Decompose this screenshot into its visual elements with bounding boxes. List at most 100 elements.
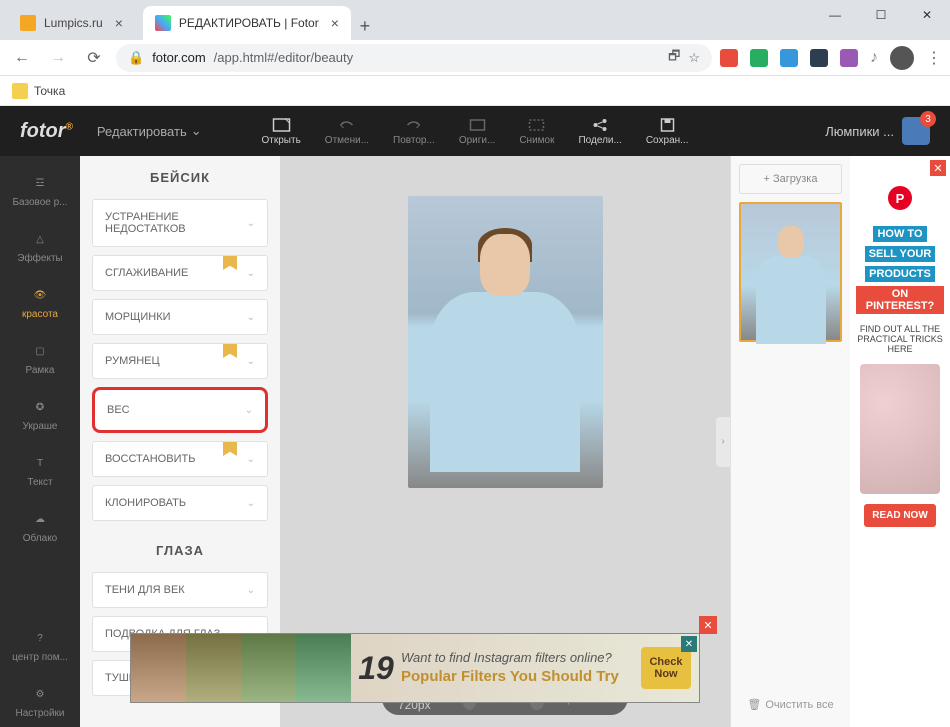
- close-button[interactable]: ✕: [904, 0, 950, 30]
- trash-icon: 🗑: [747, 698, 761, 711]
- tool-clone[interactable]: КЛОНИРОВАТЬ⌄: [92, 485, 268, 521]
- fotor-app: fotor® Редактировать ⌄ Открыть Отмени...…: [0, 106, 950, 727]
- rail-effects[interactable]: △Эффекты: [0, 220, 80, 272]
- tab-title: Lumpics.ru: [44, 16, 103, 30]
- rail-beauty[interactable]: 👁красота: [0, 276, 80, 328]
- fotor-logo[interactable]: fotor®: [20, 120, 73, 143]
- minimize-button[interactable]: —: [812, 0, 858, 30]
- app-header: fotor® Редактировать ⌄ Открыть Отмени...…: [0, 106, 950, 156]
- notes-icon[interactable]: ♪: [870, 49, 878, 67]
- upload-button[interactable]: + Загрузка: [739, 164, 842, 194]
- notification-badge: 3: [920, 111, 936, 127]
- chevron-down-icon: ⌄: [247, 218, 255, 229]
- rail-stickers[interactable]: ✪Украше: [0, 388, 80, 440]
- clear-all-button[interactable]: 🗑 Очистить все: [739, 690, 842, 719]
- undo-button[interactable]: Отмени...: [325, 117, 369, 146]
- share-button[interactable]: Подели...: [578, 117, 621, 146]
- banner-dismiss-button[interactable]: ✕: [699, 616, 717, 634]
- main-toolbar: Открыть Отмени... Повтор... Ориги... Сни…: [262, 117, 689, 146]
- text-icon: T: [29, 452, 51, 474]
- profile-avatar[interactable]: [890, 46, 914, 70]
- ext-icon[interactable]: [750, 49, 768, 67]
- tool-eyeshadow[interactable]: ТЕНИ ДЛЯ ВЕК⌄: [92, 572, 268, 608]
- translate-icon[interactable]: 🗗: [668, 47, 680, 69]
- bottom-banner-ad[interactable]: ✕ 19 Want to find Instagram filters onli…: [130, 633, 700, 703]
- ext-icon[interactable]: [720, 49, 738, 67]
- banner-cta-button[interactable]: CheckNow: [641, 647, 691, 689]
- user-info[interactable]: Люмпики ... 3: [825, 117, 930, 145]
- tool-smooth[interactable]: СГЛАЖИВАНИЕ⌄: [92, 255, 268, 291]
- url-path: /app.html#/editor/beauty: [214, 50, 353, 65]
- close-icon[interactable]: ×: [331, 15, 339, 31]
- username: Люмпики ...: [825, 124, 894, 139]
- rail-help[interactable]: ?центр пом...: [0, 619, 80, 671]
- url-host: fotor.com: [152, 50, 205, 65]
- thumbnail[interactable]: [739, 202, 842, 342]
- ad-close-button[interactable]: ✕: [930, 160, 946, 176]
- tool-restore[interactable]: ВОССТАНОВИТЬ⌄: [92, 441, 268, 477]
- person-body: [430, 292, 580, 472]
- tab-fotor[interactable]: РЕДАКТИРОВАТЬ | Fotor ×: [143, 6, 351, 40]
- pinterest-icon[interactable]: P: [888, 186, 912, 210]
- maximize-button[interactable]: ☐: [858, 0, 904, 30]
- rail-frame[interactable]: ▢Рамка: [0, 332, 80, 384]
- gear-icon: ⚙: [29, 683, 51, 705]
- eye-icon: 👁: [29, 284, 51, 306]
- read-now-button[interactable]: READ NOW: [864, 504, 936, 527]
- frame-icon: ▢: [29, 340, 51, 362]
- premium-badge-icon: [223, 442, 237, 456]
- original-button[interactable]: Ориги...: [459, 117, 496, 146]
- rail-settings[interactable]: ⚙Настройки: [0, 675, 80, 727]
- rail-text[interactable]: TТекст: [0, 444, 80, 496]
- tool-blush[interactable]: РУМЯНЕЦ⌄: [92, 343, 268, 379]
- back-button[interactable]: ←: [8, 44, 36, 72]
- ad-line: ON PINTEREST?: [856, 286, 944, 314]
- tool-weight[interactable]: ВЕС⌄: [92, 387, 268, 433]
- tool-wrinkles[interactable]: МОРЩИНКИ⌄: [92, 299, 268, 335]
- star-icon[interactable]: ☆: [688, 50, 700, 66]
- save-button[interactable]: Сохран...: [646, 117, 689, 146]
- tab-lumpics[interactable]: Lumpics.ru ×: [8, 6, 135, 40]
- new-tab-button[interactable]: +: [351, 12, 379, 40]
- reload-button[interactable]: ⟳: [80, 44, 108, 72]
- cloud-icon: ☁: [29, 508, 51, 530]
- rail-cloud[interactable]: ☁Облако: [0, 500, 80, 552]
- star-icon: ✪: [29, 396, 51, 418]
- open-button[interactable]: Открыть: [262, 117, 301, 146]
- address-bar: ← → ⟳ 🔒 fotor.com/app.html#/editor/beaut…: [0, 40, 950, 76]
- premium-badge-icon: [223, 256, 237, 270]
- user-avatar[interactable]: 3: [902, 117, 930, 145]
- help-icon: ?: [29, 627, 51, 649]
- triangle-icon: △: [29, 228, 51, 250]
- right-panel: + Загрузка 🗑 Очистить все: [730, 156, 850, 727]
- tool-blemish[interactable]: УСТРАНЕНИЕ НЕДОСТАТКОВ⌄: [92, 199, 268, 247]
- menu-icon[interactable]: ⋮: [926, 48, 942, 68]
- snapshot-button[interactable]: Снимок: [519, 117, 554, 146]
- bookmark-item[interactable]: Точка: [34, 84, 65, 98]
- premium-badge-icon: [223, 344, 237, 358]
- canvas-image[interactable]: [408, 196, 603, 488]
- banner-thumb: [241, 634, 296, 702]
- banner-close-button[interactable]: ✕: [681, 636, 697, 652]
- banner-thumb: [296, 634, 351, 702]
- panel-title-basic: БЕЙСИК: [80, 156, 280, 199]
- forward-button[interactable]: →: [44, 44, 72, 72]
- ext-icon[interactable]: [840, 49, 858, 67]
- banner-thumb: [131, 634, 186, 702]
- ad-line: HOW TO: [873, 226, 926, 242]
- rail-basic[interactable]: ☲Базовое р...: [0, 164, 80, 216]
- expand-handle[interactable]: ›: [716, 417, 730, 467]
- side-rail: ☲Базовое р... △Эффекты 👁красота ▢Рамка ✪…: [0, 156, 80, 727]
- banner-title: Want to find Instagram filters online?: [401, 650, 641, 667]
- ad-subtitle: FIND OUT ALL THE PRACTICAL TRICKS HERE: [856, 324, 944, 354]
- ext-icon[interactable]: [780, 49, 798, 67]
- ext-icon[interactable]: [810, 49, 828, 67]
- ad-line: SELL YOUR: [865, 246, 936, 262]
- edit-dropdown[interactable]: Редактировать ⌄: [97, 123, 202, 139]
- bookmark-bar: Точка: [0, 76, 950, 106]
- banner-thumb: [186, 634, 241, 702]
- close-icon[interactable]: ×: [115, 15, 123, 31]
- redo-button[interactable]: Повтор...: [393, 117, 435, 146]
- ad-product-image: [860, 364, 940, 494]
- url-field[interactable]: 🔒 fotor.com/app.html#/editor/beauty 🗗 ☆: [116, 44, 712, 72]
